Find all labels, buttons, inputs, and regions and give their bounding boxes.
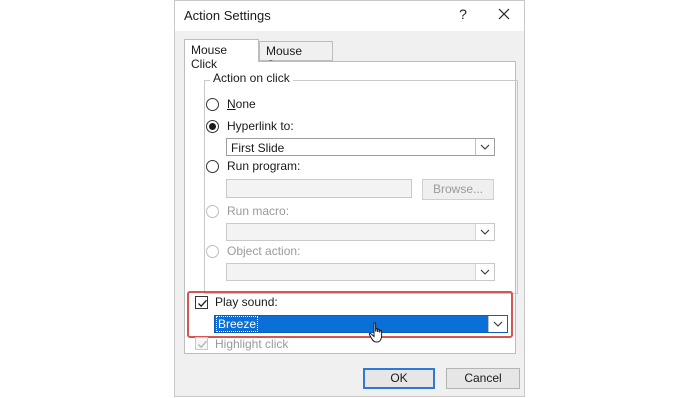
- radio-run-program[interactable]: [206, 160, 219, 173]
- radio-run-program-label: Run program:: [227, 159, 301, 173]
- help-button[interactable]: ?: [453, 6, 473, 22]
- dialog-title: Action Settings: [184, 8, 271, 23]
- radio-none[interactable]: [206, 98, 219, 111]
- chevron-down-icon[interactable]: [488, 316, 507, 332]
- hyperlink-dropdown[interactable]: First Slide: [226, 138, 495, 156]
- radio-run-macro-label: Run macro:: [227, 204, 290, 218]
- radio-object-action-label: Object action:: [227, 244, 301, 258]
- chevron-down-icon[interactable]: [475, 264, 494, 280]
- tab-mouse-click[interactable]: Mouse Click: [184, 39, 259, 71]
- highlight-click-label: Highlight click: [215, 337, 289, 351]
- group-label: Action on click: [210, 71, 293, 85]
- chevron-down-icon[interactable]: [475, 139, 494, 155]
- browse-button[interactable]: Browse...: [422, 179, 494, 200]
- ok-button[interactable]: OK: [363, 368, 435, 389]
- radio-none-label: None: [227, 97, 256, 111]
- checkmark-icon: [198, 299, 207, 308]
- play-sound-label: Play sound:: [215, 295, 278, 309]
- run-macro-dropdown[interactable]: [226, 223, 495, 241]
- checkmark-icon: [198, 340, 207, 349]
- chevron-down-icon[interactable]: [475, 224, 494, 240]
- run-program-input[interactable]: [226, 179, 412, 198]
- hyperlink-dropdown-value: First Slide: [231, 141, 285, 155]
- title-bar: Action Settings ?: [175, 1, 524, 31]
- play-sound-dropdown-value: Breeze: [215, 316, 259, 332]
- close-icon[interactable]: [493, 5, 515, 25]
- radio-hyperlink-label: Hyperlink to:: [227, 119, 294, 133]
- radio-hyperlink[interactable]: [206, 120, 219, 133]
- highlight-click-checkbox[interactable]: [195, 337, 208, 350]
- radio-run-macro[interactable]: [206, 205, 219, 218]
- hand-pointer-icon: [368, 322, 388, 347]
- tab-mouse-over[interactable]: Mouse Over: [259, 41, 333, 72]
- play-sound-checkbox[interactable]: [195, 296, 208, 309]
- play-sound-dropdown[interactable]: Breeze: [214, 315, 508, 333]
- object-action-dropdown[interactable]: [226, 263, 495, 281]
- radio-object-action[interactable]: [206, 245, 219, 258]
- radio-selected-dot: [209, 123, 216, 130]
- cancel-button[interactable]: Cancel: [446, 368, 520, 389]
